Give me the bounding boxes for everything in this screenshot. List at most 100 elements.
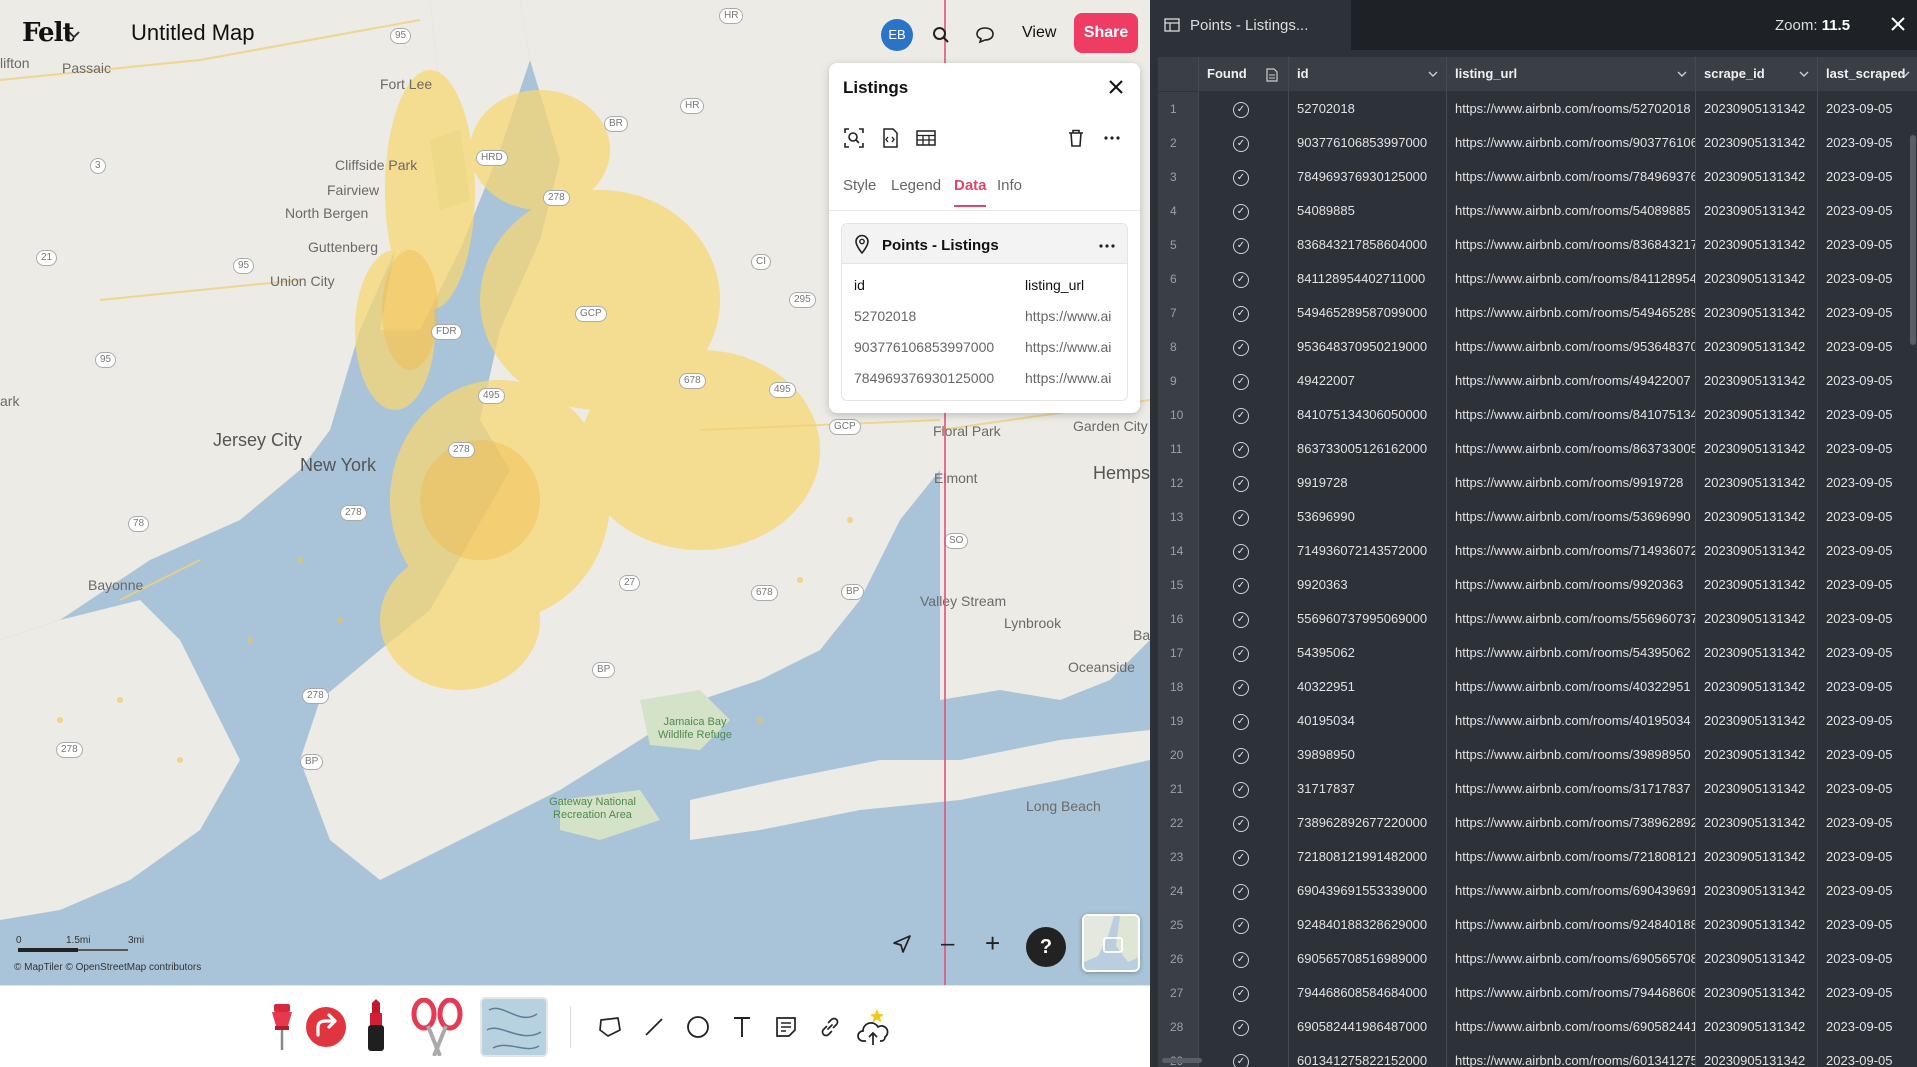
table-cell[interactable]: 690565708516989000 xyxy=(1288,942,1446,976)
table-row[interactable]: 20 ✓ 39898950 https://www.airbnb.com/rooms/… xyxy=(1158,738,1917,772)
search-icon[interactable] xyxy=(925,19,957,51)
scissors-tool-icon[interactable] xyxy=(410,986,464,1067)
found-cell[interactable]: ✓ xyxy=(1198,194,1288,228)
found-cell[interactable]: ✓ xyxy=(1198,806,1288,840)
table-cell[interactable]: 20230905131342 xyxy=(1695,126,1817,160)
table-cell[interactable]: 20230905131342 xyxy=(1695,908,1817,942)
found-cell[interactable]: ✓ xyxy=(1198,296,1288,330)
avatar[interactable]: EB xyxy=(881,19,913,51)
table-cell[interactable]: 2023-09-05 xyxy=(1817,92,1917,126)
code-file-icon[interactable] xyxy=(877,125,903,151)
table-cell[interactable]: https://www.airbnb.com/rooms/40195034 xyxy=(1446,704,1695,738)
share-button[interactable]: Share xyxy=(1074,13,1138,53)
table-cell[interactable]: 20230905131342 xyxy=(1695,1044,1817,1067)
table-cell[interactable]: 2023-09-05 xyxy=(1817,432,1917,466)
table-cell[interactable]: https://www.airbnb.com/rooms/55696073799… xyxy=(1446,602,1695,636)
table-cell[interactable]: 2023-09-05 xyxy=(1817,874,1917,908)
table-cell[interactable]: 2023-09-05 xyxy=(1817,534,1917,568)
table-cell[interactable]: 20230905131342 xyxy=(1695,228,1817,262)
table-cell[interactable]: https://www.airbnb.com/rooms/71493607214… xyxy=(1446,534,1695,568)
found-cell[interactable]: ✓ xyxy=(1198,1010,1288,1044)
tab-style[interactable]: Style xyxy=(843,177,876,194)
table-cell[interactable]: https://www.airbnb.com/rooms/95364837095… xyxy=(1446,330,1695,364)
table-row[interactable]: 22 ✓ 738962892677220000 https://www.airbnb.… xyxy=(1158,806,1917,840)
table-cell[interactable]: https://www.airbnb.com/rooms/31717837 xyxy=(1446,772,1695,806)
chevron-down-icon[interactable] xyxy=(1900,57,1910,91)
map-layer-tool-icon[interactable] xyxy=(478,986,550,1067)
close-icon[interactable] xyxy=(1104,75,1128,99)
table-cell[interactable]: 20230905131342 xyxy=(1695,772,1817,806)
marker-tool-icon[interactable] xyxy=(356,986,396,1067)
table-cell[interactable]: 54089885 xyxy=(1288,194,1446,228)
found-cell[interactable]: ✓ xyxy=(1198,602,1288,636)
table-cell[interactable]: https://www.airbnb.com/rooms/73896289267… xyxy=(1446,806,1695,840)
table-cell[interactable]: 20230905131342 xyxy=(1695,92,1817,126)
data-card-header[interactable]: Points - Listings xyxy=(842,224,1127,264)
more-icon[interactable] xyxy=(1099,232,1115,253)
found-cell[interactable]: ✓ xyxy=(1198,466,1288,500)
table-cell[interactable]: 20230905131342 xyxy=(1695,874,1817,908)
table-cell[interactable]: 784969376930125000 xyxy=(1288,160,1446,194)
zoom-in-button[interactable]: + xyxy=(985,928,1000,959)
column-header-listing-url[interactable]: listing_url xyxy=(1446,57,1695,91)
felt-logo[interactable]: Felt xyxy=(22,18,74,48)
table-row[interactable]: 27 ✓ 794468608584684000 https://www.airbnb.… xyxy=(1158,976,1917,1010)
table-cell[interactable]: 2023-09-05 xyxy=(1817,228,1917,262)
found-cell[interactable]: ✓ xyxy=(1198,398,1288,432)
table-cell[interactable]: 2023-09-05 xyxy=(1817,806,1917,840)
help-button[interactable]: ? xyxy=(1026,927,1066,967)
found-cell[interactable]: ✓ xyxy=(1198,636,1288,670)
found-cell[interactable]: ✓ xyxy=(1198,500,1288,534)
found-cell[interactable]: ✓ xyxy=(1198,126,1288,160)
found-cell[interactable]: ✓ xyxy=(1198,568,1288,602)
found-cell[interactable]: ✓ xyxy=(1198,976,1288,1010)
table-row[interactable]: 7 ✓ 549465289587099000 https://www.airbnb.c… xyxy=(1158,296,1917,330)
column-header-id[interactable]: id xyxy=(1288,57,1446,91)
table-cell[interactable]: https://www.airbnb.com/rooms/84107513430… xyxy=(1446,398,1695,432)
map-title[interactable]: Untitled Map xyxy=(131,20,255,46)
table-cell[interactable]: 20230905131342 xyxy=(1695,398,1817,432)
table-cell[interactable]: 556960737995069000 xyxy=(1288,602,1446,636)
trash-icon[interactable] xyxy=(1063,125,1089,151)
view-button[interactable]: View xyxy=(1018,22,1060,44)
table-cell[interactable]: 9919728 xyxy=(1288,466,1446,500)
table-cell[interactable]: https://www.airbnb.com/rooms/9920363 xyxy=(1446,568,1695,602)
table-cell[interactable]: 20230905131342 xyxy=(1695,500,1817,534)
table-cell[interactable]: 2023-09-05 xyxy=(1817,160,1917,194)
table-cell[interactable]: 2023-09-05 xyxy=(1817,738,1917,772)
table-cell[interactable]: 841128954402711000 xyxy=(1288,262,1446,296)
circle-tool-icon[interactable] xyxy=(680,986,716,1067)
table-cell[interactable]: 20230905131342 xyxy=(1695,636,1817,670)
table-row[interactable]: 10 ✓ 841075134306050000 https://www.airbnb.… xyxy=(1158,398,1917,432)
table-cell[interactable]: 601341275822152000 xyxy=(1288,1044,1446,1067)
table-cell[interactable]: 863733005126162000 xyxy=(1288,432,1446,466)
found-cell[interactable]: ✓ xyxy=(1198,1044,1288,1067)
table-cell[interactable]: 31717837 xyxy=(1288,772,1446,806)
table-cell[interactable]: https://www.airbnb.com/rooms/39898950 xyxy=(1446,738,1695,772)
tab-info[interactable]: Info xyxy=(997,177,1022,194)
table-tab[interactable]: Points - Listings... xyxy=(1150,0,1351,50)
found-cell[interactable]: ✓ xyxy=(1198,160,1288,194)
found-cell[interactable]: ✓ xyxy=(1198,670,1288,704)
table-cell[interactable]: 2023-09-05 xyxy=(1817,364,1917,398)
horizontal-scrollbar[interactable] xyxy=(1162,1058,1202,1063)
table-cell[interactable]: 20230905131342 xyxy=(1695,160,1817,194)
table-cell[interactable]: https://www.airbnb.com/rooms/92484018832… xyxy=(1446,908,1695,942)
table-cell[interactable]: 2023-09-05 xyxy=(1817,772,1917,806)
table-row[interactable]: 3 ✓ 784969376930125000 https://www.airbnb.c… xyxy=(1158,160,1917,194)
table-cell[interactable]: 20230905131342 xyxy=(1695,432,1817,466)
table-cell[interactable]: https://www.airbnb.com/rooms/54089885 xyxy=(1446,194,1695,228)
table-row[interactable]: 6 ✓ 841128954402711000 https://www.airbnb.c… xyxy=(1158,262,1917,296)
table-cell[interactable]: 20230905131342 xyxy=(1695,262,1817,296)
table-cell[interactable]: 20230905131342 xyxy=(1695,1010,1817,1044)
table-row[interactable]: 4 ✓ 54089885 https://www.airbnb.com/rooms/5… xyxy=(1158,194,1917,228)
table-cell[interactable]: 2023-09-05 xyxy=(1817,908,1917,942)
table-row[interactable]: 13 ✓ 53696990 https://www.airbnb.com/rooms/… xyxy=(1158,500,1917,534)
table-cell[interactable]: 20230905131342 xyxy=(1695,568,1817,602)
table-cell[interactable]: 2023-09-05 xyxy=(1817,500,1917,534)
table-cell[interactable]: 20230905131342 xyxy=(1695,806,1817,840)
table-row[interactable]: 12 ✓ 9919728 https://www.airbnb.com/rooms/9… xyxy=(1158,466,1917,500)
table-cell[interactable]: 20230905131342 xyxy=(1695,296,1817,330)
table-cell[interactable]: 20230905131342 xyxy=(1695,602,1817,636)
table-cell[interactable]: https://www.airbnb.com/rooms/54946528958… xyxy=(1446,296,1695,330)
